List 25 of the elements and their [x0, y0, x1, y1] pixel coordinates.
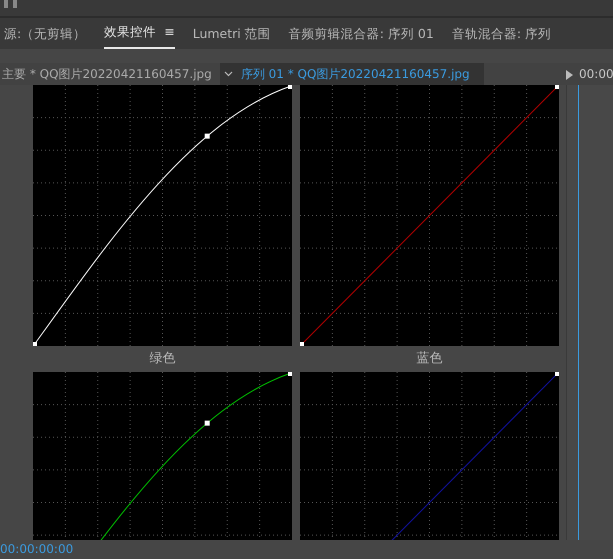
panel-grip-icon[interactable] [4, 0, 18, 8]
endpoint-handle[interactable] [555, 372, 559, 376]
menu-icon[interactable]: ≡ [164, 24, 175, 40]
timecode: 00:00:00:00 [0, 542, 74, 556]
panel-tab[interactable]: 音频剪辑混合器: 序列 01 [288, 21, 434, 49]
play-icon[interactable] [566, 70, 573, 80]
control-point[interactable] [204, 420, 210, 426]
endpoint-handle[interactable] [288, 85, 292, 89]
panel-tab[interactable]: Lumetri 范围 [192, 21, 271, 49]
endpoint-handle[interactable] [555, 85, 559, 89]
endpoint-handle[interactable] [288, 372, 292, 376]
curve-label: 蓝色 [416, 350, 444, 368]
playhead-line[interactable] [578, 85, 579, 540]
control-point[interactable] [204, 134, 210, 139]
endpoint-handle[interactable] [33, 342, 37, 346]
sequence-dropdown[interactable]: 序列 01 * QQ图片20220421160457.jpg [220, 63, 484, 85]
master-clip-label[interactable]: 主要 * QQ图片20220421160457.jpg [0, 63, 220, 85]
chevron-icon [224, 71, 233, 77]
timecode: 00:00 [579, 66, 613, 83]
endpoint-handle[interactable] [300, 342, 304, 346]
curve-graph[interactable] [300, 85, 559, 346]
curve-label: 绿色 [148, 350, 176, 368]
panel-tab[interactable]: 效果控件 ≡ [104, 19, 175, 49]
panel-tab[interactable]: 源:（无剪辑） [4, 21, 86, 49]
panel-tab[interactable]: 音轨混合器: 序列 [452, 21, 551, 49]
